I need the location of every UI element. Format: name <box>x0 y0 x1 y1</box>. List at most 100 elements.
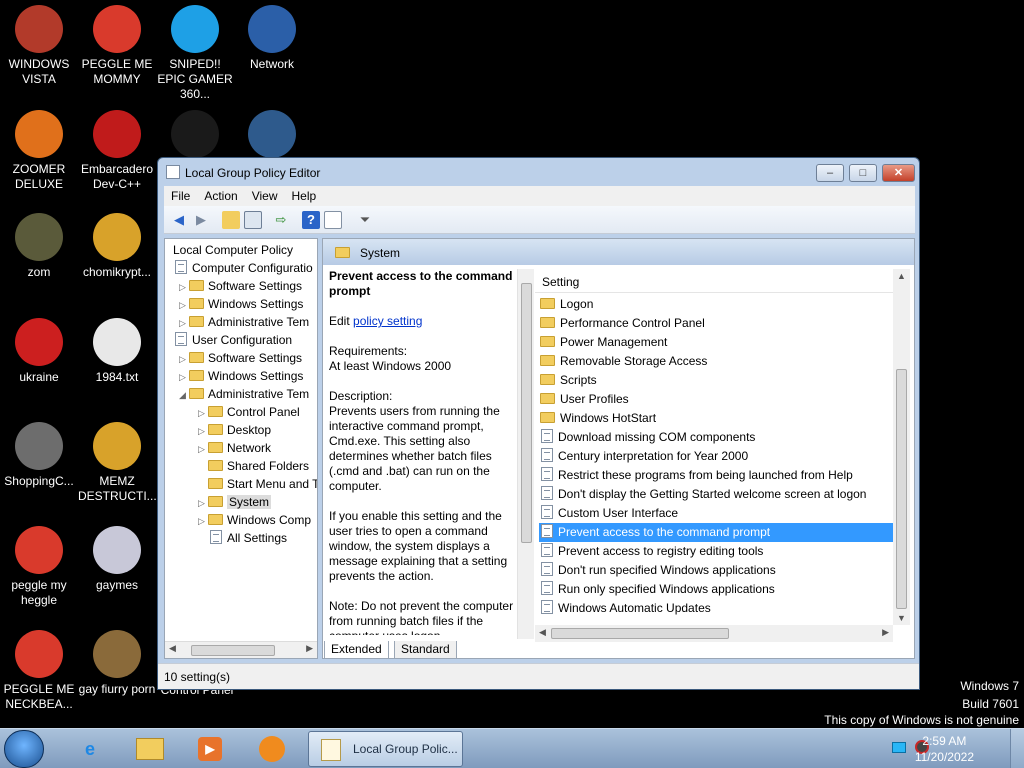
expand-arrow-icon[interactable]: ▷ <box>179 296 189 314</box>
scroll-left-icon[interactable]: ◀ <box>169 643 176 654</box>
desktop-icon[interactable]: zom <box>0 213 78 280</box>
tree-horizontal-scrollbar[interactable]: ◀ ▶ <box>165 641 317 658</box>
desktop-icon[interactable]: chomikrypt... <box>78 213 156 280</box>
maximize-button[interactable]: □ <box>849 164 877 182</box>
list-folder-item[interactable]: Performance Control Panel <box>539 314 895 333</box>
expand-arrow-icon[interactable]: ▷ <box>198 422 208 440</box>
desktop-icon[interactable]: MEMZ DESTRUCTI... <box>78 422 157 504</box>
list-setting-item[interactable]: Windows Automatic Updates <box>539 599 895 618</box>
list-setting-item[interactable]: Run only specified Windows applications <box>539 580 895 599</box>
help-icon[interactable]: ? <box>302 211 320 229</box>
tree-item[interactable]: Start Menu and T <box>198 475 317 493</box>
desktop-icon[interactable]: PEGGLE ME NECKBEA... <box>0 630 78 712</box>
expand-arrow-icon[interactable]: ▷ <box>198 512 208 530</box>
app-orange-icon[interactable] <box>250 733 294 765</box>
minimize-button[interactable]: – <box>816 164 844 182</box>
internet-explorer-icon[interactable]: e <box>68 733 112 765</box>
desktop-icon[interactable]: gay fiurry porn <box>78 630 156 697</box>
expand-arrow-icon[interactable]: ▷ <box>198 404 208 422</box>
title-bar[interactable]: Local Group Policy Editor – □ ✕ <box>158 158 919 186</box>
tree-item[interactable]: ▷ Network <box>198 439 271 457</box>
description-scroll-thumb[interactable] <box>521 283 532 543</box>
tree-item[interactable]: All Settings <box>198 529 287 547</box>
start-button[interactable] <box>4 730 44 768</box>
expand-arrow-icon[interactable]: ◢ <box>179 386 189 404</box>
scroll-up-icon[interactable]: ▲ <box>897 271 906 281</box>
scroll-right-icon[interactable]: ▶ <box>882 627 889 638</box>
scroll-left-icon[interactable]: ◀ <box>539 627 546 638</box>
clock[interactable]: 2:59 AM 11/20/2022 <box>915 733 974 765</box>
list-vertical-scrollbar[interactable]: ▲ ▼ <box>893 269 910 625</box>
desktop-icon[interactable]: ShoppingC... <box>0 422 78 489</box>
list-folder-item[interactable]: Scripts <box>539 371 895 390</box>
desktop-icon[interactable]: WINDOWS VISTA <box>0 5 78 87</box>
list-folder-item[interactable]: User Profiles <box>539 390 895 409</box>
list-setting-item[interactable]: Century interpretation for Year 2000 <box>539 447 895 466</box>
setting-column-header[interactable]: Setting <box>535 269 893 293</box>
expand-arrow-icon[interactable]: ▷ <box>198 440 208 458</box>
list-scroll-thumb[interactable] <box>896 369 907 609</box>
list-folder-item[interactable]: Windows HotStart <box>539 409 895 428</box>
expand-arrow-icon[interactable]: ▷ <box>179 278 189 296</box>
desktop-icon[interactable]: ZOOMER DELUXE <box>0 110 78 192</box>
desktop-icon[interactable]: peggle my heggle <box>0 526 78 608</box>
tree-item[interactable]: Local Computer Policy <box>173 241 293 259</box>
desktop-icon[interactable]: SNIPED!! EPIC GAMER 360... <box>156 5 234 102</box>
list-folder-item[interactable]: Logon <box>539 295 895 314</box>
export-list-icon[interactable]: ⇨ <box>272 211 290 229</box>
list-setting-item[interactable]: Don't display the Getting Started welcom… <box>539 485 895 504</box>
desktop-icon[interactable] <box>156 110 234 162</box>
tab-standard[interactable]: Standard <box>394 641 457 659</box>
menu-file[interactable]: File <box>164 186 197 206</box>
expand-arrow-icon[interactable]: ▷ <box>179 350 189 368</box>
tree-item[interactable]: ▷ Desktop <box>198 421 271 439</box>
tree-item[interactable]: User Configuration <box>173 331 292 349</box>
file-explorer-icon[interactable] <box>128 733 172 765</box>
tree-item[interactable]: ▷ Windows Settings <box>179 367 303 385</box>
menu-view[interactable]: View <box>245 186 285 206</box>
scroll-down-icon[interactable]: ▼ <box>897 613 906 623</box>
show-hide-tree-icon[interactable] <box>244 211 262 229</box>
tree-scroll-thumb[interactable] <box>191 645 275 656</box>
back-arrow-icon[interactable]: ◀ <box>170 211 188 229</box>
list-setting-item[interactable]: Don't run specified Windows applications <box>539 561 895 580</box>
menu-help[interactable]: Help <box>285 186 324 206</box>
desktop-icon[interactable]: Network <box>233 5 311 72</box>
desktop-icon[interactable] <box>233 110 311 162</box>
properties-icon[interactable] <box>324 211 342 229</box>
tree-item[interactable]: ▷ Windows Settings <box>179 295 303 313</box>
tree-item[interactable]: ▷ System <box>198 493 272 512</box>
list-hscroll-thumb[interactable] <box>551 628 729 639</box>
tree-item[interactable]: ▷ Software Settings <box>179 349 302 367</box>
tree-item[interactable]: ▷ Software Settings <box>179 277 302 295</box>
list-setting-item[interactable]: Custom User Interface <box>539 504 895 523</box>
tree-item[interactable]: ▷ Control Panel <box>198 403 300 421</box>
list-horizontal-scrollbar[interactable]: ◀ ▶ <box>535 625 893 642</box>
media-player-icon[interactable]: ▶ <box>188 733 232 765</box>
list-setting-item[interactable]: Restrict these programs from being launc… <box>539 466 895 485</box>
tree-item[interactable]: ◢ Administrative Tem <box>179 385 309 403</box>
tree-item[interactable]: Shared Folders <box>198 457 309 475</box>
expand-arrow-icon[interactable]: ▷ <box>179 368 189 386</box>
expand-arrow-icon[interactable]: ▷ <box>179 314 189 332</box>
desktop-icon[interactable]: ukraine <box>0 318 78 385</box>
close-button[interactable]: ✕ <box>882 164 915 182</box>
tree-item[interactable]: ▷ Windows Comp <box>198 511 311 529</box>
list-setting-item[interactable]: Prevent access to the command prompt <box>539 523 895 542</box>
forward-arrow-icon[interactable]: ▶ <box>192 211 210 229</box>
list-folder-item[interactable]: Removable Storage Access <box>539 352 895 371</box>
tree-item[interactable]: Computer Configuratio <box>173 259 313 277</box>
list-folder-item[interactable]: Power Management <box>539 333 895 352</box>
edit-policy-link[interactable]: policy setting <box>353 314 422 328</box>
description-vertical-scrollbar[interactable] <box>517 269 534 639</box>
filter-icon[interactable]: ⏷ <box>356 211 374 229</box>
desktop-icon[interactable]: gaymes <box>78 526 156 593</box>
desktop-icon[interactable]: PEGGLE ME MOMMY <box>78 5 156 87</box>
taskbar-item-group-policy[interactable]: Local Group Polic... <box>308 731 463 767</box>
desktop-icon[interactable]: Embarcadero Dev-C++ <box>78 110 156 192</box>
expand-arrow-icon[interactable]: ▷ <box>198 494 208 512</box>
desktop-icon[interactable]: 1984.txt <box>78 318 156 385</box>
tray-network-icon[interactable] <box>892 742 906 753</box>
tab-extended[interactable]: Extended <box>324 641 389 659</box>
list-setting-item[interactable]: Prevent access to registry editing tools <box>539 542 895 561</box>
